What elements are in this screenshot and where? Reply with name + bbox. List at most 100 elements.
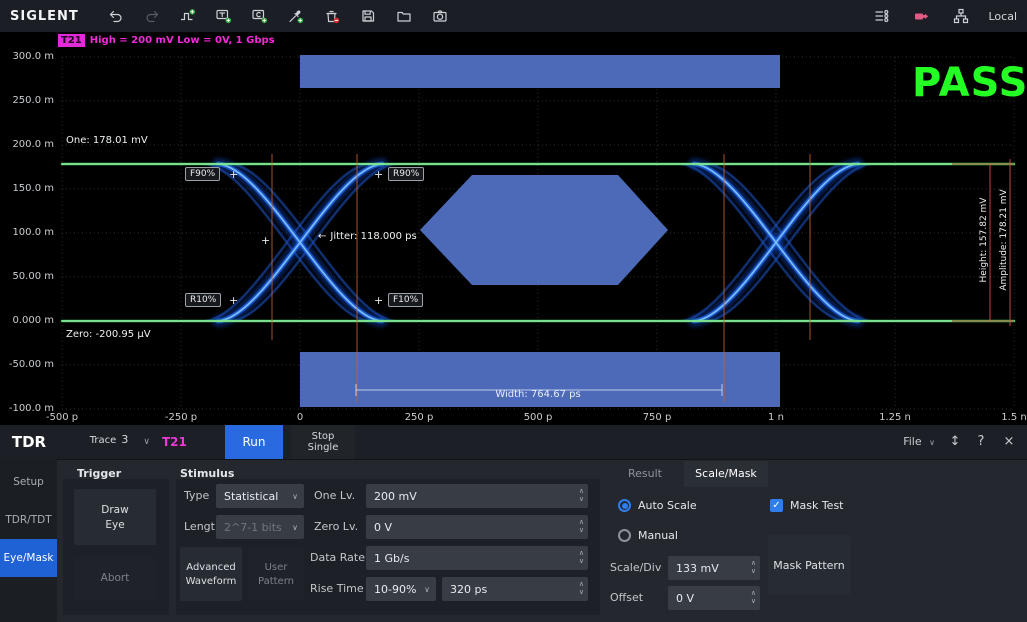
sidebar-item-eye-mask[interactable]: Eye/Mask <box>0 539 57 577</box>
r10-cursor-icon: + <box>229 295 238 306</box>
x-tick: -250 p <box>165 412 197 423</box>
spinner-icon[interactable]: ∧ ∨ <box>579 549 584 565</box>
chevron-down-icon: ∨ <box>292 492 298 501</box>
one-level-field-label: One Lv. <box>314 483 355 509</box>
y-tick: 250.0 m <box>0 95 54 106</box>
mask-test-checkbox[interactable]: ✓ <box>770 499 783 512</box>
abort-button[interactable]: Abort <box>74 557 156 599</box>
draw-eye-button[interactable]: Draw Eye <box>74 489 156 545</box>
type-select[interactable]: Statistical ∨ <box>216 484 304 508</box>
mask-pattern-button[interactable]: Mask Pattern <box>768 535 850 595</box>
run-button[interactable]: Run <box>225 425 283 459</box>
data-rate-input[interactable]: 1 Gb/s ∧ ∨ <box>366 546 588 570</box>
chevron-down-icon: ∨ <box>751 567 756 575</box>
eye-diagram-plot[interactable]: 300.0 m 250.0 m 200.0 m 150.0 m 100.0 m … <box>0 32 1027 425</box>
rise-time-input[interactable]: 320 ps ∧ ∨ <box>442 577 588 601</box>
panel-sidebar: Setup TDR/TDT Eye/Mask <box>0 459 57 622</box>
one-level-value: 200 mV <box>374 490 417 503</box>
one-level-input[interactable]: 200 mV ∧ ∨ <box>366 484 588 508</box>
trace-selector-label: Trace <box>90 435 117 446</box>
f10-marker: F10% <box>388 293 423 307</box>
usb-icon[interactable] <box>908 4 934 28</box>
x-tick: 0 <box>297 412 303 423</box>
mask-pattern-label: Mask Pattern <box>773 559 844 572</box>
mask-test-result: PASS <box>912 60 1027 106</box>
scale-div-input[interactable]: 133 mV ∧ ∨ <box>668 556 760 580</box>
advanced-waveform-line1: Advanced <box>186 562 235 573</box>
screenshot-camera-icon[interactable] <box>427 4 453 28</box>
x-tick: 1.25 n <box>879 412 911 423</box>
f90-marker: F90% <box>185 167 220 181</box>
mask-top <box>300 55 780 88</box>
manual-radio[interactable] <box>618 529 631 542</box>
tab-scale-mask[interactable]: Scale/Mask <box>684 461 768 487</box>
check-icon: ✓ <box>772 500 780 511</box>
draw-eye-line2: Eye <box>105 519 124 531</box>
chevron-down-icon: ∨ <box>579 588 584 596</box>
y-tick: 50.00 m <box>0 271 54 282</box>
x-tick: 750 p <box>643 412 672 423</box>
help-icon[interactable]: ? <box>971 425 991 459</box>
close-icon[interactable]: × <box>999 425 1019 459</box>
y-tick: 100.0 m <box>0 227 54 238</box>
zero-level-field-label: Zero Lv. <box>314 514 358 540</box>
trace-selector[interactable]: Trace 3 ∨ <box>80 428 138 447</box>
zero-level-input[interactable]: 0 V ∧ ∨ <box>366 515 588 539</box>
chevron-down-icon: ∨ <box>143 437 150 447</box>
user-pattern-line1: User <box>265 562 288 573</box>
tdr-app: SIGLENT <box>0 0 1027 622</box>
open-folder-icon[interactable] <box>391 4 417 28</box>
stop-single-button[interactable]: Stop Single <box>291 425 355 459</box>
redo-icon[interactable] <box>139 4 165 28</box>
mask-center-hexagon <box>420 175 668 285</box>
length-select[interactable]: 2^7-1 bits ∨ <box>216 515 304 539</box>
collapse-panel-icon[interactable]: ↕ <box>945 425 965 459</box>
rise-time-range-select[interactable]: 10-90% ∨ <box>366 577 436 601</box>
spinner-icon[interactable]: ∧ ∨ <box>579 518 584 534</box>
trace-selector-value: 3 <box>121 433 128 446</box>
y-tick: 0.000 m <box>0 315 54 326</box>
add-channel-icon[interactable] <box>247 4 273 28</box>
scale-div-value: 133 mV <box>676 562 719 575</box>
offset-label: Offset <box>610 585 643 611</box>
rise-time-range-value: 10-90% <box>374 583 416 596</box>
x-tick: 500 p <box>524 412 553 423</box>
spinner-icon[interactable]: ∧ ∨ <box>579 580 584 596</box>
offset-input[interactable]: 0 V ∧ ∨ <box>668 586 760 610</box>
x-tick: 250 p <box>405 412 434 423</box>
stop-single-line1: Stop <box>312 431 335 442</box>
sidebar-item-tdr-tdt[interactable]: TDR/TDT <box>0 501 57 539</box>
network-icon[interactable] <box>948 4 974 28</box>
chevron-down-icon: ∨ <box>579 557 584 565</box>
r90-cursor-icon: + <box>374 169 383 180</box>
auto-scale-label: Auto Scale <box>638 499 697 512</box>
save-icon[interactable] <box>355 4 381 28</box>
advanced-waveform-button[interactable]: Advanced Waveform <box>180 547 242 601</box>
top-toolbar: SIGLENT <box>0 0 1027 32</box>
delete-trace-icon[interactable] <box>319 4 345 28</box>
chevron-up-icon: ∧ <box>579 580 584 588</box>
display-layout-icon[interactable] <box>868 4 894 28</box>
chevron-down-icon: ∨ <box>579 495 584 503</box>
eye-width-annotation: Width: 764.67 ps <box>495 389 580 400</box>
add-trace-icon[interactable] <box>211 4 237 28</box>
auto-scale-radio[interactable] <box>618 499 631 512</box>
add-measure-icon[interactable] <box>175 4 201 28</box>
jitter-annotation: ← Jitter: 118.000 ps <box>318 231 417 242</box>
tab-result[interactable]: Result <box>612 461 678 487</box>
type-label: Type <box>184 483 209 509</box>
undo-icon[interactable] <box>103 4 129 28</box>
spinner-icon[interactable]: ∧ ∨ <box>751 559 756 575</box>
spinner-icon[interactable]: ∧ ∨ <box>579 487 584 503</box>
user-pattern-button[interactable]: User Pattern <box>248 547 304 601</box>
y-tick: -50.00 m <box>0 359 54 370</box>
spinner-icon[interactable]: ∧ ∨ <box>751 589 756 605</box>
sidebar-item-setup[interactable]: Setup <box>0 463 57 501</box>
data-rate-value: 1 Gb/s <box>374 552 409 565</box>
type-value: Statistical <box>224 490 278 503</box>
file-menu[interactable]: File ∨ <box>903 425 935 460</box>
control-bar: TDR Trace 3 ∨ T21 Run Stop Single File ∨… <box>0 425 1027 460</box>
y-tick: 150.0 m <box>0 183 54 194</box>
control-panel: TDR Trace 3 ∨ T21 Run Stop Single File ∨… <box>0 425 1027 622</box>
probe-dropper-icon[interactable] <box>283 4 309 28</box>
